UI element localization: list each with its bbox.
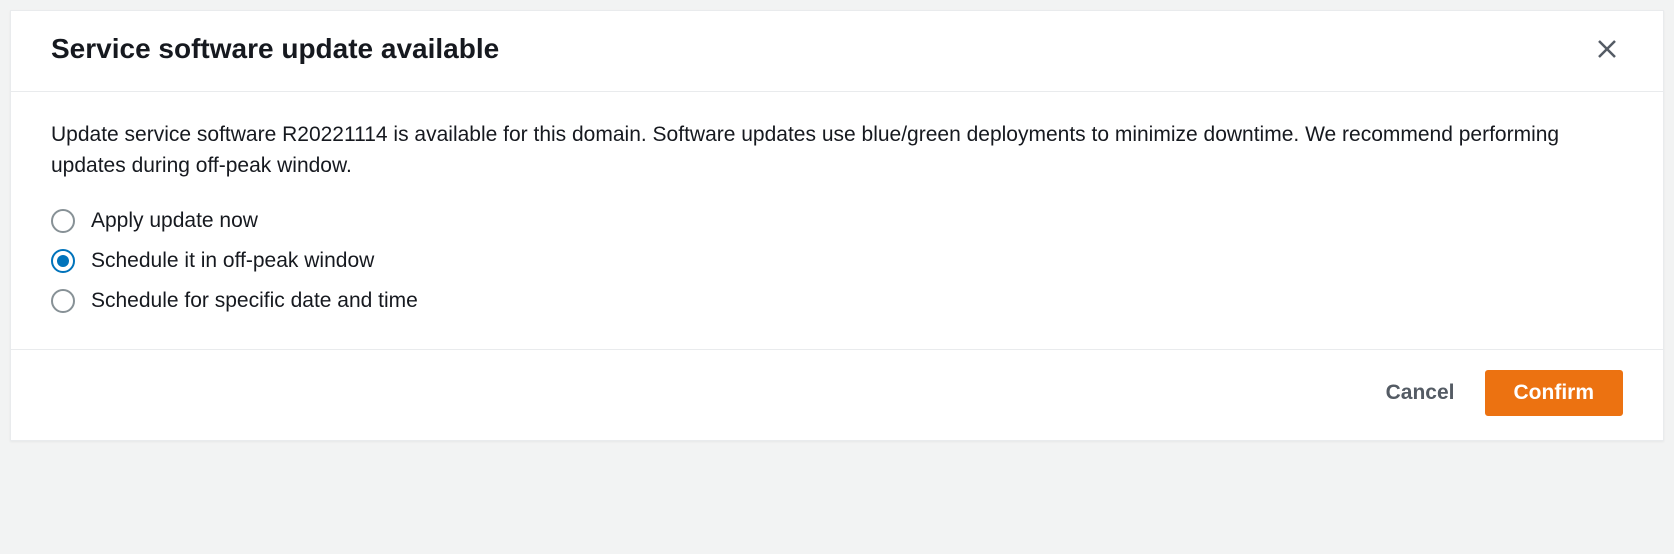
cancel-button[interactable]: Cancel bbox=[1378, 371, 1463, 415]
modal-title: Service software update available bbox=[51, 31, 499, 67]
modal-footer: Cancel Confirm bbox=[11, 349, 1663, 440]
confirm-button[interactable]: Confirm bbox=[1485, 370, 1624, 416]
radio-icon bbox=[51, 209, 75, 233]
option-label: Schedule for specific date and time bbox=[91, 289, 418, 313]
option-apply-now[interactable]: Apply update now bbox=[51, 209, 1623, 233]
modal-description: Update service software R20221114 is ava… bbox=[51, 120, 1623, 181]
update-options-group: Apply update now Schedule it in off-peak… bbox=[51, 209, 1623, 313]
modal-header: Service software update available bbox=[11, 11, 1663, 92]
close-icon bbox=[1595, 37, 1619, 61]
option-label: Apply update now bbox=[91, 209, 258, 233]
update-modal: Service software update available Update… bbox=[10, 10, 1664, 441]
radio-icon bbox=[51, 289, 75, 313]
modal-body: Update service software R20221114 is ava… bbox=[11, 92, 1663, 349]
close-button[interactable] bbox=[1591, 33, 1623, 65]
option-label: Schedule it in off-peak window bbox=[91, 249, 374, 273]
option-schedule-offpeak[interactable]: Schedule it in off-peak window bbox=[51, 249, 1623, 273]
option-schedule-specific[interactable]: Schedule for specific date and time bbox=[51, 289, 1623, 313]
radio-icon bbox=[51, 249, 75, 273]
